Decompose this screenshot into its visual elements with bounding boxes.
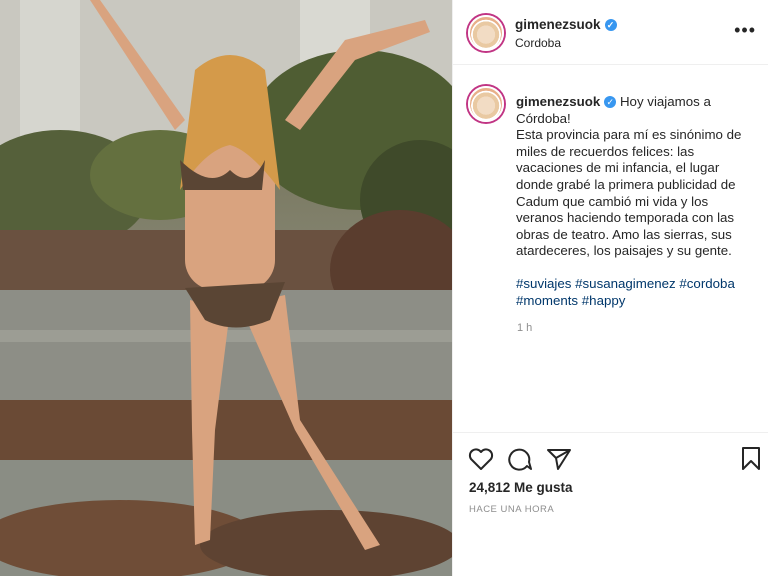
caption-line: veranos haciendo temporada con las	[516, 210, 735, 226]
caption-line: donde grabé la primera publicidad de	[516, 176, 736, 192]
author-username-text[interactable]: gimenezsuok	[515, 17, 601, 32]
hashtag-link[interactable]: #suviajes	[516, 276, 571, 291]
bookmark-icon[interactable]	[740, 446, 762, 477]
comment-icon[interactable]	[507, 447, 533, 476]
post-panel: gimenezsuok ✓ Cordoba ••• gimenezsuok ✓ Ho…	[452, 0, 768, 576]
post-location[interactable]: Cordoba	[515, 36, 561, 50]
caption-line: vacaciones de mi infancia, el lugar	[516, 160, 720, 176]
verified-badge-icon: ✓	[604, 19, 617, 32]
post-photo-illustration	[0, 0, 452, 576]
heart-icon[interactable]	[468, 447, 494, 476]
post-caption: gimenezsuok ✓ Hoy viajamos a Córdoba! Est…	[516, 94, 762, 309]
caption-line: atardeceres, los paisajes y su gente.	[516, 243, 732, 259]
hashtag-link[interactable]: #susanagimenez	[575, 276, 676, 291]
hashtags-line: #moments #happy	[516, 293, 762, 310]
hashtag-link[interactable]: #moments	[516, 293, 578, 308]
hashtags-line: #suviajes #susanagimenez #cordoba	[516, 276, 762, 293]
caption-line: Hoy viajamos a	[619, 94, 711, 109]
caption-verified-badge-icon: ✓	[604, 96, 617, 109]
post-photo[interactable]	[0, 0, 452, 576]
hashtag-link[interactable]: #happy	[582, 293, 626, 308]
likes-count[interactable]: 24,812 Me gusta	[469, 480, 573, 495]
caption-username[interactable]: gimenezsuok	[516, 94, 600, 109]
paper-plane-icon[interactable]	[546, 447, 572, 476]
caption-line: Esta provincia para mí es sinónimo de	[516, 127, 742, 143]
more-options-icon[interactable]: •••	[734, 21, 756, 39]
caption-timestamp[interactable]: 1 h	[517, 322, 532, 334]
hashtag-link[interactable]: #cordoba	[679, 276, 734, 291]
caption-line: obras de teatro. Amo las sierras, sus	[516, 226, 732, 242]
caption-line: Cadum que cambió mi vida y los	[516, 193, 709, 209]
post-header: gimenezsuok ✓ Cordoba •••	[453, 0, 768, 65]
caption-line: Córdoba!	[516, 110, 571, 126]
caption-line: miles de recuerdos felices: las	[516, 143, 695, 159]
caption-avatar[interactable]	[468, 86, 504, 122]
post-date[interactable]: HACE UNA HORA	[469, 504, 554, 515]
author-username[interactable]: gimenezsuok ✓	[515, 17, 617, 32]
author-avatar[interactable]	[468, 15, 504, 51]
